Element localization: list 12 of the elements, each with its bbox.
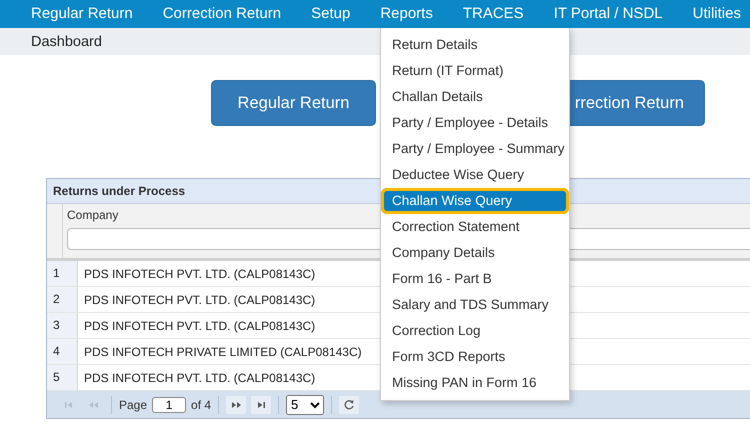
row-number: 1 — [47, 261, 78, 286]
page-count: of 4 — [191, 398, 212, 412]
row-number: 2 — [47, 287, 78, 312]
page-label: Page — [119, 398, 148, 412]
table-cell-text: PDS INFOTECH PVT. LTD. (CALP08143C) — [83, 292, 316, 306]
table-cell-text: PDS INFOTECH PVT. LTD. (CALP08143C) — [83, 266, 316, 280]
row-number: 3 — [47, 313, 78, 338]
table-cell-text: PDS INFOTECH PVT. LTD. (CALP08143C) — [83, 318, 316, 332]
row-number: 4 — [47, 339, 78, 364]
table-cell-text: PDS INFOTECH PRIVATE LIMITED (CALP08143C) — [83, 344, 362, 358]
table-cell-text: PDS INFOTECH PVT. LTD. (CALP08143C) — [83, 370, 316, 384]
row-number: 5 — [47, 365, 78, 390]
